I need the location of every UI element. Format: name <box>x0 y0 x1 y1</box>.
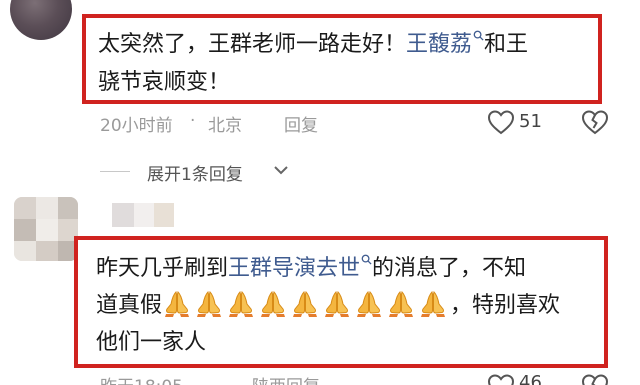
heart-icon[interactable] <box>486 372 516 385</box>
praying-hands-emoji <box>325 291 350 317</box>
avatar[interactable] <box>10 0 72 40</box>
topic-link[interactable]: 王群导演去世 <box>228 254 372 281</box>
reply-button[interactable]: 回复 <box>284 111 318 136</box>
avatar[interactable] <box>14 197 78 261</box>
expand-replies-button[interactable]: 展开1条回复 <box>147 160 243 185</box>
topic-link[interactable]: 王馥荔 <box>406 30 484 57</box>
expand-divider <box>100 171 130 172</box>
praying-hands-emoji <box>197 291 222 317</box>
broken-heart-icon[interactable] <box>580 108 610 136</box>
comment-text-line: 昨天几乎刷到王群导演去世 的消息了，不知 <box>96 254 527 281</box>
praying-hands-emoji <box>357 291 382 317</box>
comment-time: 昨天18:05 <box>100 372 183 385</box>
emoji-row <box>162 287 450 325</box>
praying-hands-emoji <box>229 291 254 317</box>
praying-hands-emoji <box>261 291 286 317</box>
comment-time: 20小时前 <box>100 116 173 136</box>
praying-hands-emoji <box>389 291 414 317</box>
comment-text-line: 他们一家人 <box>96 330 207 355</box>
praying-hands-emoji <box>421 291 446 317</box>
comment-text-line: 太突然了，王群老师一路走好！王馥荔 和王 <box>98 30 529 57</box>
praying-hands-emoji <box>293 291 318 317</box>
like-count: 51 <box>519 111 542 132</box>
reply-button[interactable]: 回复 <box>286 372 320 385</box>
separator-dot: · <box>190 111 196 131</box>
comment-location: 北京 <box>208 116 242 136</box>
broken-heart-icon[interactable] <box>580 372 610 385</box>
chevron-down-icon[interactable] <box>272 163 290 177</box>
heart-icon[interactable] <box>486 108 516 136</box>
comment-text-line: 道真假 ，特别喜欢 <box>96 287 560 325</box>
praying-hands-emoji <box>165 291 190 317</box>
like-count: 46 <box>519 372 542 385</box>
comment-location: 陕西 <box>252 372 286 385</box>
search-icon <box>473 30 484 41</box>
comment-text-line: 骁节哀顺变！ <box>98 70 231 95</box>
username-blurred[interactable] <box>112 203 174 227</box>
search-icon <box>361 254 372 265</box>
